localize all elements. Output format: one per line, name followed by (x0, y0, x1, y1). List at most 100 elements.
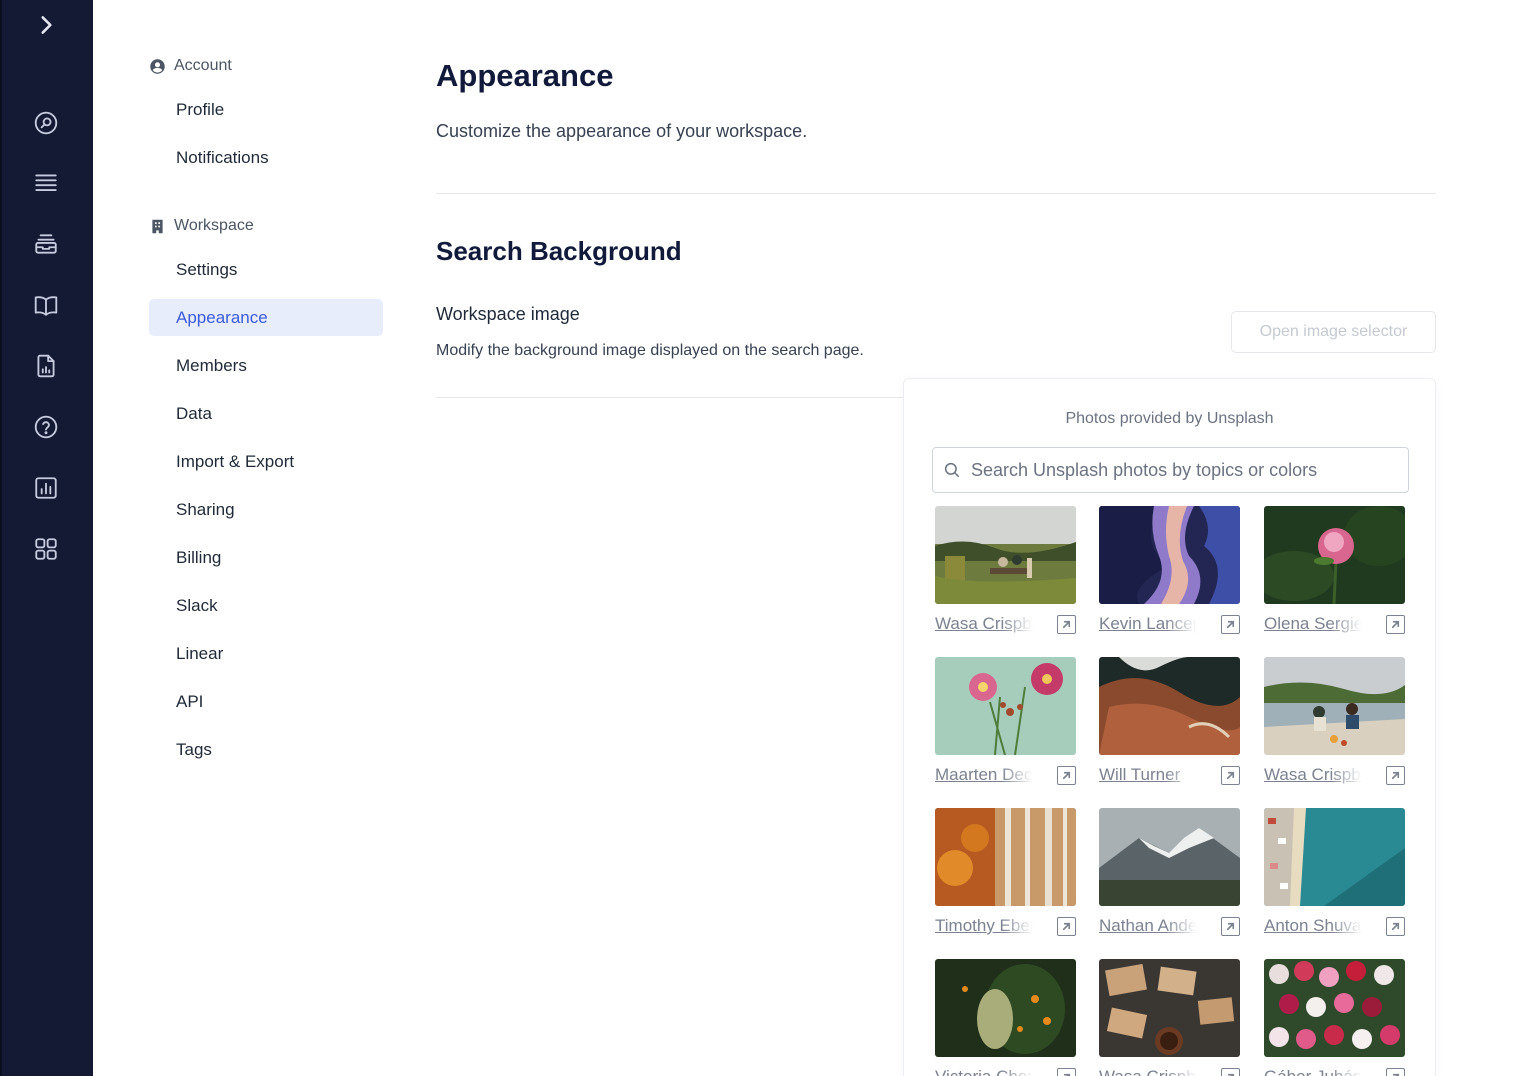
nav-item-tags[interactable]: Tags (149, 731, 383, 768)
open-external-icon[interactable] (1057, 1067, 1076, 1076)
open-external-icon[interactable] (1386, 1067, 1405, 1076)
photographer-link[interactable]: Wasa Crispbread (935, 614, 1033, 634)
unsplash-search (932, 447, 1409, 493)
nav-group-label: Workspace (174, 217, 254, 234)
photographer-link[interactable]: Wasa Crispbread (1099, 1067, 1197, 1076)
photo-beach-aerial (1264, 808, 1405, 906)
photographer-link[interactable]: Nathan Anderson (1099, 916, 1197, 936)
nav-item-appearance[interactable]: Appearance (149, 299, 383, 336)
rail-analytics-button[interactable] (27, 469, 65, 507)
photographer-link[interactable]: Olena Sergienko (1264, 614, 1362, 634)
nav-item-members[interactable]: Members (149, 347, 383, 384)
open-external-icon[interactable] (1221, 916, 1240, 936)
photo-thumbnail[interactable] (935, 506, 1076, 604)
photo-thumbnail[interactable] (1264, 657, 1405, 755)
photo-thumbnail[interactable] (935, 959, 1076, 1057)
nav-item-label: Settings (176, 259, 238, 279)
photographer-link[interactable]: Gábor Juhász (1264, 1067, 1362, 1076)
nav-item-label: Linear (176, 643, 224, 663)
open-external-icon[interactable] (1057, 614, 1076, 634)
photographer-link[interactable]: Victoria Chen (935, 1067, 1033, 1076)
photo-lake-picnic (1264, 657, 1405, 755)
open-image-selector-button[interactable]: Open image selector (1231, 311, 1436, 353)
photographer-link[interactable]: Timothy Eberly (935, 916, 1033, 936)
photo-card[interactable]: Victoria Chen (935, 959, 1076, 1076)
nav-group-workspace: Workspace (149, 217, 254, 235)
search-icon (944, 462, 960, 478)
photo-thumbnail[interactable] (1099, 657, 1240, 755)
photographer-link[interactable]: Will Turner (1099, 765, 1197, 785)
open-external-icon[interactable] (1057, 765, 1076, 785)
photo-thumbnail[interactable] (1099, 808, 1240, 906)
photo-thumbnail[interactable] (935, 808, 1076, 906)
nav-group-label: Account (174, 57, 232, 74)
rail-docs-button[interactable] (27, 286, 65, 324)
rail-help-button[interactable] (27, 408, 65, 446)
photo-thumbnail[interactable] (935, 657, 1076, 755)
open-external-icon[interactable] (1221, 765, 1240, 785)
photo-snacks (1099, 959, 1240, 1057)
book-icon (34, 296, 58, 316)
photo-thumbnail[interactable] (1099, 506, 1240, 604)
nav-item-linear[interactable]: Linear (149, 635, 383, 672)
nav-item-notifications[interactable]: Notifications (149, 139, 383, 176)
photo-credit: Wasa Crispbread (1099, 1066, 1240, 1076)
report-icon (37, 354, 55, 378)
photo-card[interactable]: Anton Shuvalov (1264, 808, 1405, 937)
rail-search-button[interactable] (27, 104, 65, 142)
photo-thumbnail[interactable] (1264, 808, 1405, 906)
photo-thumbnail[interactable] (1099, 959, 1240, 1057)
photo-card[interactable]: Gábor Juhász (1264, 959, 1405, 1076)
nav-item-label: Data (176, 403, 212, 423)
photo-thumbnail[interactable] (1264, 506, 1405, 604)
photographer-link[interactable]: Kevin Lanceplaine (1099, 614, 1197, 634)
open-external-icon[interactable] (1386, 765, 1405, 785)
open-external-icon[interactable] (1386, 614, 1405, 634)
photo-picnic-field (935, 506, 1076, 604)
photographer-link[interactable]: Maarten Deckers (935, 765, 1033, 785)
photo-card[interactable]: Will Turner (1099, 657, 1240, 786)
photo-card[interactable]: Maarten Deckers (935, 657, 1076, 786)
divider (436, 193, 1436, 194)
rail-list-button[interactable] (27, 164, 65, 202)
nav-item-import-export[interactable]: Import & Export (149, 443, 383, 480)
open-external-icon[interactable] (1386, 916, 1405, 936)
nav-item-label: Notifications (176, 147, 269, 167)
photo-thumbnail[interactable] (1264, 959, 1405, 1057)
rail-apps-button[interactable] (27, 530, 65, 568)
nav-item-settings[interactable]: Settings (149, 251, 383, 288)
rail-reports-button[interactable] (27, 347, 65, 385)
unsplash-search-input[interactable] (971, 459, 1391, 481)
rail-inbox-button[interactable] (27, 225, 65, 263)
photo-card[interactable]: Kevin Lanceplaine (1099, 506, 1240, 635)
photo-card[interactable]: Olena Sergienko (1264, 506, 1405, 635)
nav-item-label: API (176, 691, 204, 711)
nav-item-label: Profile (176, 99, 225, 119)
apps-icon (35, 538, 57, 560)
photo-card[interactable]: Wasa Crispbread (935, 506, 1076, 635)
nav-item-data[interactable]: Data (149, 395, 383, 432)
nav-item-sharing[interactable]: Sharing (149, 491, 383, 528)
photo-credit: Victoria Chen (935, 1066, 1076, 1076)
user-circle-icon (150, 58, 165, 74)
photo-card[interactable]: Nathan Anderson (1099, 808, 1240, 937)
photographer-link[interactable]: Wasa Crispbread (1264, 765, 1362, 785)
open-external-icon[interactable] (1221, 1067, 1240, 1076)
photo-card[interactable]: Wasa Crispbread (1099, 959, 1240, 1076)
nav-item-profile[interactable]: Profile (149, 91, 383, 128)
photo-autumn-forest (935, 808, 1076, 906)
nav-item-slack[interactable]: Slack (149, 587, 383, 624)
nav-item-label: Billing (176, 547, 222, 567)
photographer-link[interactable]: Anton Shuvalov (1264, 916, 1362, 936)
nav-item-billing[interactable]: Billing (149, 539, 383, 576)
photo-card[interactable]: Timothy Eberly (935, 808, 1076, 937)
nav-item-api[interactable]: API (149, 683, 383, 720)
image-selector-popover: Photos provided by Unsplash Wasa Crispbr… (903, 378, 1436, 1076)
photo-flowers-vase (935, 657, 1076, 755)
expand-button[interactable] (27, 6, 65, 44)
icon-rail (0, 0, 93, 1076)
photo-card[interactable]: Wasa Crispbread (1264, 657, 1405, 786)
open-external-icon[interactable] (1221, 614, 1240, 634)
photo-credit: Will Turner (1099, 764, 1240, 786)
open-external-icon[interactable] (1057, 916, 1076, 936)
